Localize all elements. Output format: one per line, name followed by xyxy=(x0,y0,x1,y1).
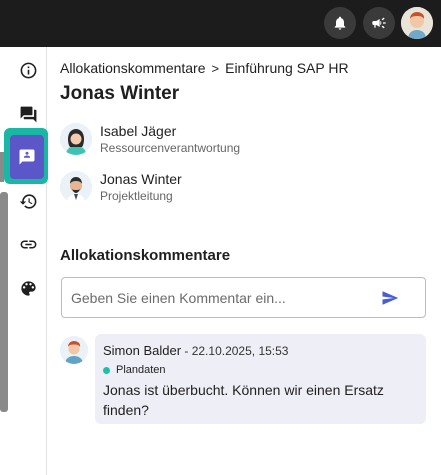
rail-info[interactable] xyxy=(14,56,42,84)
rail-comments[interactable] xyxy=(10,135,44,179)
comment-text: Jonas ist überbucht. Können wir einen Er… xyxy=(103,382,384,418)
rail-chat[interactable] xyxy=(14,100,42,128)
person-row: Jonas Winter Projektleitung xyxy=(60,171,360,207)
comment-avatar xyxy=(60,336,88,364)
rail-palette[interactable] xyxy=(14,274,42,302)
breadcrumb-current[interactable]: Einführung SAP HR xyxy=(225,60,348,76)
megaphone-icon xyxy=(372,17,386,29)
bell-icon xyxy=(334,16,346,30)
page-title: Jonas Winter xyxy=(60,83,180,104)
person-avatar xyxy=(60,123,92,155)
avatar-illustration xyxy=(60,336,88,364)
send-button[interactable] xyxy=(381,289,399,307)
comment-input[interactable] xyxy=(71,287,371,309)
breadcrumb-separator: > xyxy=(211,61,220,76)
avatar-illustration xyxy=(60,171,92,203)
comment-author: Simon Balder xyxy=(103,343,182,358)
link-icon xyxy=(20,240,36,248)
person-row: Isabel Jäger Ressourcenverantwortung xyxy=(60,123,360,159)
comment-tag-label: Plandaten xyxy=(116,364,166,376)
info-icon xyxy=(20,62,36,78)
comments-section-title: Allokationskommentare xyxy=(60,247,231,264)
person-name: Jonas Winter xyxy=(100,171,182,187)
announcements-button[interactable] xyxy=(363,7,395,39)
comment-tag: Plandaten xyxy=(103,364,166,376)
notifications-button[interactable] xyxy=(324,7,356,39)
history-icon xyxy=(19,193,36,209)
person-role: Ressourcenverantwortung xyxy=(100,141,241,155)
chat-icon xyxy=(20,106,36,122)
comment-icon xyxy=(19,149,35,165)
tag-dot xyxy=(103,366,110,374)
scrollbar[interactable] xyxy=(0,192,8,412)
comment-bubble: Simon Balder - 22.10.2025, 15:53 Plandat… xyxy=(95,334,426,424)
breadcrumb-parent[interactable]: Allokationskommentare xyxy=(60,60,206,76)
person-avatar xyxy=(60,171,92,203)
person-name: Isabel Jäger xyxy=(100,123,177,139)
rail-history[interactable] xyxy=(14,187,42,215)
person-role: Projektleitung xyxy=(100,189,173,203)
palette-icon xyxy=(20,280,36,296)
rail-link[interactable] xyxy=(14,230,42,258)
breadcrumb: Allokationskommentare > Einführung SAP HR xyxy=(60,60,349,76)
avatar-illustration xyxy=(60,123,92,155)
top-bar xyxy=(0,0,441,47)
comment-date: - 22.10.2025, 15:53 xyxy=(181,344,289,358)
comment-input-box xyxy=(61,277,426,318)
avatar-illustration xyxy=(401,7,433,39)
user-avatar[interactable] xyxy=(401,7,433,39)
send-icon xyxy=(382,291,399,305)
comment-header: Simon Balder - 22.10.2025, 15:53 xyxy=(103,343,288,358)
